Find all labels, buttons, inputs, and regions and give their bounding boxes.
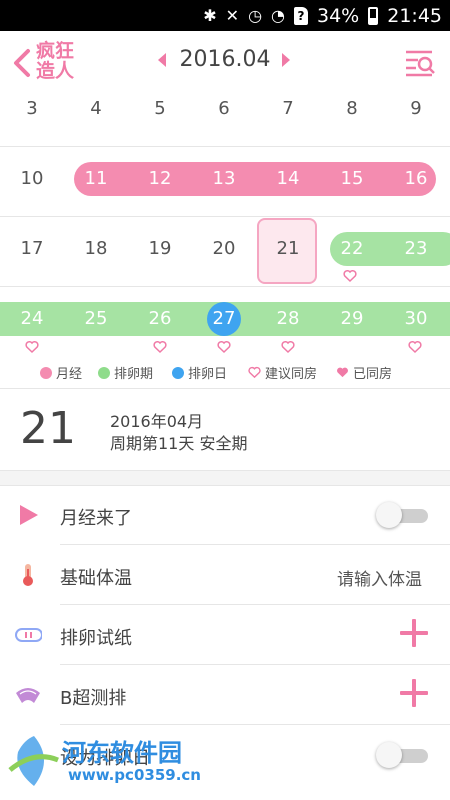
- day-cell[interactable]: 8: [320, 98, 384, 119]
- search-list-icon[interactable]: [404, 49, 436, 77]
- day-info: 21 2016年04月 周期第11天 安全期: [0, 389, 450, 471]
- sim-icon: ?: [294, 6, 308, 25]
- heart-filled-icon: [337, 367, 348, 378]
- calendar-week: 3 4 5 6 7 8 9: [0, 76, 450, 147]
- ovulation-test-label: 排卵试纸: [60, 628, 132, 649]
- add-ovulation-test-icon[interactable]: [400, 619, 428, 647]
- calendar-legend: 月经 排卵期 排卵日 建议同房 已同房: [0, 352, 450, 389]
- day-cell[interactable]: 6: [192, 98, 256, 119]
- day-cell[interactable]: 5: [128, 98, 192, 119]
- period-dot-icon: [40, 366, 52, 379]
- ovulation-period-dot-icon: [98, 366, 110, 379]
- legend-suggested: 建议同房: [248, 363, 317, 382]
- day-cell[interactable]: 17: [0, 238, 64, 259]
- selected-date: 2016年04月: [110, 412, 204, 431]
- day-cell[interactable]: 18: [64, 238, 128, 259]
- day-cell[interactable]: 9: [384, 98, 448, 119]
- day-cell[interactable]: 28: [256, 308, 320, 329]
- calendar-week: 24 25 26 27 28 29 30: [0, 286, 450, 356]
- day-cell[interactable]: 4: [64, 98, 128, 119]
- day-cell[interactable]: 11: [64, 168, 128, 189]
- day-cell[interactable]: 10: [0, 168, 64, 189]
- ultrasound-icon: [16, 688, 40, 703]
- battery-percent: 34%: [317, 4, 360, 27]
- day-cell[interactable]: 3: [0, 98, 64, 119]
- period-toggle[interactable]: [376, 502, 428, 528]
- day-cell[interactable]: 20: [192, 238, 256, 259]
- thermometer-icon: [23, 564, 33, 586]
- day-cell[interactable]: 26: [128, 308, 192, 329]
- row-ovulation-test: 排卵试纸: [0, 605, 450, 665]
- day-cell[interactable]: 15: [320, 168, 384, 189]
- row-b-ultrasound: B超测排: [0, 665, 450, 725]
- period-label: 月经来了: [60, 508, 132, 529]
- day-cell-ovulation[interactable]: 27: [192, 308, 256, 329]
- clock: 21:45: [387, 4, 442, 27]
- legend-done: 已同房: [336, 363, 392, 382]
- temperature-input[interactable]: 请输入体温: [337, 565, 422, 590]
- battery-icon: [368, 6, 379, 25]
- day-cell[interactable]: 13: [192, 168, 256, 189]
- logo-line1: 疯狂: [36, 40, 75, 62]
- day-cell[interactable]: 22: [320, 238, 384, 259]
- wifi-icon: ◔: [271, 6, 285, 25]
- day-cell[interactable]: 12: [128, 168, 192, 189]
- day-cell[interactable]: 23: [384, 238, 448, 259]
- calendar-week: 10 11 12 13 14 15 16: [0, 146, 450, 217]
- section-divider: [0, 470, 450, 486]
- alarm-icon: ◷: [248, 6, 263, 25]
- ovulation-day-toggle[interactable]: [376, 742, 428, 768]
- selected-day-number: 21: [20, 403, 76, 454]
- day-cell-selected[interactable]: 21: [256, 238, 320, 259]
- row-temperature[interactable]: 基础体温 请输入体温: [0, 545, 450, 605]
- back-arrow-icon[interactable]: [10, 47, 36, 79]
- test-strip-icon: [15, 628, 42, 642]
- day-cell[interactable]: 7: [256, 98, 320, 119]
- watermark-url: www.pc0359.cn: [68, 766, 201, 784]
- legend-ovulation-day: 排卵日: [172, 363, 227, 382]
- play-triangle-icon: [20, 505, 38, 525]
- legend-period: 月经: [40, 363, 82, 382]
- day-cell[interactable]: 14: [256, 168, 320, 189]
- day-cell[interactable]: 24: [0, 308, 64, 329]
- b-ultrasound-label: B超测排: [60, 688, 127, 709]
- month-title: 2016.04: [179, 47, 271, 72]
- legend-ovulation-period: 排卵期: [98, 363, 153, 382]
- day-cell[interactable]: 30: [384, 308, 448, 329]
- mute-icon: ✕: [225, 6, 240, 25]
- next-month-icon[interactable]: [282, 53, 290, 67]
- day-cell[interactable]: 16: [384, 168, 448, 189]
- suggested-heart-icon: [343, 269, 357, 283]
- previous-month-icon[interactable]: [158, 53, 166, 67]
- status-bar: ✱ ✕ ◷ ◔ ? 34% 21:45: [0, 0, 450, 31]
- calendar-week: 17 18 19 20 21 22 23: [0, 216, 450, 287]
- app-logo: 疯狂 造人: [36, 41, 76, 81]
- row-period: 月经来了: [0, 485, 450, 545]
- cycle-description: 周期第11天 安全期: [110, 434, 248, 453]
- temperature-label: 基础体温: [60, 568, 132, 589]
- add-b-ultrasound-icon[interactable]: [400, 679, 428, 707]
- bluetooth-icon: ✱: [203, 6, 217, 25]
- ovulation-day-dot-icon: [172, 366, 184, 379]
- day-cell[interactable]: 29: [320, 308, 384, 329]
- day-cell[interactable]: 19: [128, 238, 192, 259]
- day-cell[interactable]: 25: [64, 308, 128, 329]
- watermark-title: 河东软件园: [62, 739, 182, 767]
- heart-outline-icon: [248, 366, 261, 379]
